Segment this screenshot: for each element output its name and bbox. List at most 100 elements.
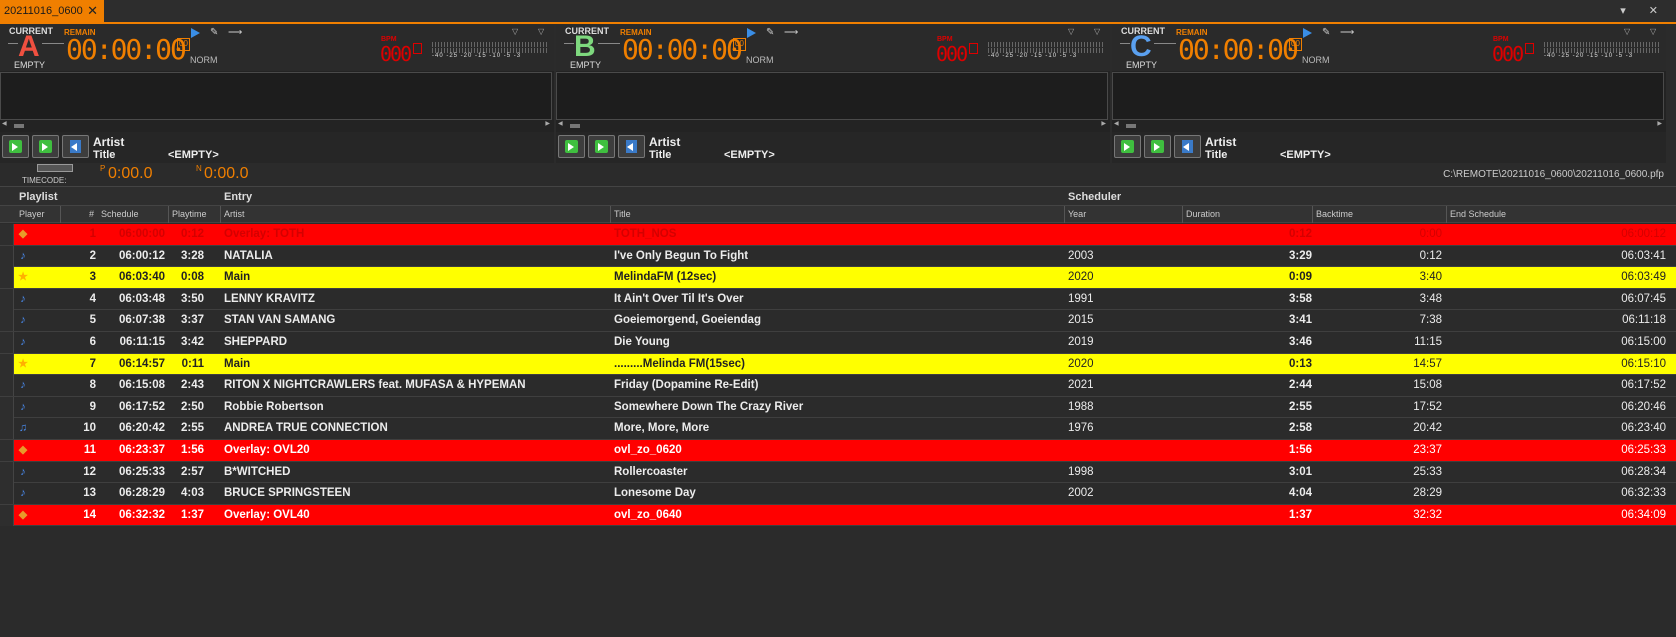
cell-duration: 3:46: [1288, 335, 1312, 348]
cue-button[interactable]: [618, 135, 645, 158]
scroll-left-icon[interactable]: ◀: [558, 120, 563, 127]
cell-artist: Robbie Robertson: [224, 400, 324, 413]
cell-duration: 3:01: [1288, 465, 1312, 478]
row-selector[interactable]: [0, 310, 14, 332]
chevron-down-icon[interactable]: ▽: [512, 27, 518, 36]
chevron-down-icon[interactable]: ▽: [1650, 27, 1656, 36]
row-selector[interactable]: [0, 224, 14, 245]
edit-icon[interactable]: ✎: [766, 27, 774, 38]
timecode-button[interactable]: [37, 164, 73, 172]
cell-schedule: 06:00:12: [118, 249, 165, 262]
scroll-right-icon[interactable]: ▶: [545, 120, 550, 127]
col-num[interactable]: #: [89, 209, 94, 219]
tab-playlist[interactable]: 20211016_0600 ✕: [0, 0, 104, 22]
edit-icon[interactable]: ✎: [210, 27, 218, 38]
play-pause-button[interactable]: [1114, 135, 1141, 158]
play-stop-button[interactable]: [1144, 135, 1171, 158]
chevron-down-icon[interactable]: ▽: [538, 27, 544, 36]
scroll-right-icon[interactable]: ▶: [1657, 120, 1662, 127]
table-row[interactable]: ♪ 5 06:07:38 3:37 STAN VAN SAMANG Goeiem…: [0, 310, 1676, 332]
table-row[interactable]: ★ 7 06:14:57 0:11 Main .........Melinda …: [0, 353, 1676, 376]
cell-year: 2019: [1068, 335, 1094, 348]
row-selector[interactable]: [0, 439, 14, 461]
cell-duration: 3:41: [1288, 314, 1312, 327]
col-backtime[interactable]: Backtime: [1316, 209, 1353, 219]
scroll-thumb[interactable]: [1126, 124, 1136, 128]
play-pause-button[interactable]: [2, 135, 29, 158]
arrow-right-icon[interactable]: ⟶: [784, 27, 798, 38]
waveform-scrollbar[interactable]: ◀ ▶: [0, 120, 552, 130]
close-icon[interactable]: ✕: [87, 3, 98, 19]
row-selector[interactable]: [0, 418, 14, 440]
scroll-thumb[interactable]: [570, 124, 580, 128]
waveform[interactable]: [1112, 72, 1664, 120]
table-row[interactable]: ★ 3 06:03:40 0:08 Main MelindaFM (12sec)…: [0, 267, 1676, 289]
timecode-label: TIMECODE:: [22, 176, 67, 185]
cue-button[interactable]: [1174, 135, 1201, 158]
timecode-n-value: 0:00.0: [204, 165, 249, 182]
play-stop-button[interactable]: [588, 135, 615, 158]
deck-controls: Artist Title <EMPTY>: [556, 132, 1110, 163]
col-end-schedule[interactable]: End Schedule: [1450, 209, 1506, 219]
table-row[interactable]: ◆ 14 06:32:32 1:37 Overlay: OVL40 ovl_zo…: [0, 504, 1676, 527]
bpm-box: [413, 43, 422, 54]
col-year[interactable]: Year: [1068, 209, 1086, 219]
cell-schedule: 06:14:57: [118, 357, 165, 370]
table-row[interactable]: ♪ 13 06:28:29 4:03 BRUCE SPRINGSTEEN Lon…: [0, 483, 1676, 505]
table-row[interactable]: ◆ 1 06:00:00 0:12 Overlay: TOTH TOTH_NOS…: [0, 224, 1676, 246]
table-row[interactable]: ♪ 8 06:15:08 2:43 RITON X NIGHTCRAWLERS …: [0, 375, 1676, 397]
chevron-down-icon[interactable]: ▽: [1068, 27, 1074, 36]
group-playlist: Playlist: [19, 191, 58, 203]
cell-title: It Ain't Over Til It's Over: [614, 292, 744, 305]
row-selector[interactable]: [0, 245, 14, 267]
row-selector[interactable]: [0, 461, 14, 483]
window-menu-icon[interactable]: ▾ ✕: [1620, 4, 1668, 17]
arrow-right-icon[interactable]: ⟶: [228, 27, 242, 38]
cell-duration: 1:37: [1288, 508, 1312, 521]
cell-num: 3: [89, 271, 96, 284]
table-row[interactable]: ♪ 12 06:25:33 2:57 B*WITCHED Rollercoast…: [0, 461, 1676, 484]
table-row[interactable]: ♪ 6 06:11:15 3:42 SHEPPARD Die Young 201…: [0, 331, 1676, 354]
col-player[interactable]: Player: [19, 209, 45, 219]
chevron-down-icon[interactable]: ▽: [1624, 27, 1630, 36]
waveform[interactable]: [556, 72, 1108, 120]
scroll-left-icon[interactable]: ◀: [2, 120, 7, 127]
waveform-scrollbar[interactable]: ◀ ▶: [556, 120, 1108, 130]
cell-num: 6: [89, 335, 96, 348]
table-row[interactable]: ♫ 10 06:20:42 2:55 ANDREA TRUE CONNECTIO…: [0, 418, 1676, 440]
chevron-down-icon[interactable]: ▽: [1094, 27, 1100, 36]
row-selector[interactable]: [0, 375, 14, 397]
cell-playtime: 1:56: [180, 443, 204, 456]
waveform[interactable]: [0, 72, 552, 120]
row-selector[interactable]: [0, 504, 14, 526]
col-artist[interactable]: Artist: [224, 209, 245, 219]
scroll-left-icon[interactable]: ◀: [1114, 120, 1119, 127]
play-pause-button[interactable]: [558, 135, 585, 158]
col-title[interactable]: Title: [614, 209, 631, 219]
row-selector[interactable]: [0, 353, 14, 375]
scroll-right-icon[interactable]: ▶: [1101, 120, 1106, 127]
row-selector[interactable]: [0, 396, 14, 418]
row-selector[interactable]: [0, 267, 14, 289]
vu-meter: -40 -25 -20 -15 -10 -5 -3: [1544, 42, 1660, 70]
col-playtime[interactable]: Playtime: [172, 209, 207, 219]
play-stop-button[interactable]: [32, 135, 59, 158]
table-row[interactable]: ♪ 2 06:00:12 3:28 NATALIA I've Only Begu…: [0, 245, 1676, 268]
cue-button[interactable]: [62, 135, 89, 158]
cell-title: More, More, More: [614, 422, 710, 435]
arrow-right-icon[interactable]: ⟶: [1340, 27, 1354, 38]
waveform-scrollbar[interactable]: ◀ ▶: [1112, 120, 1664, 130]
col-schedule[interactable]: Schedule: [101, 209, 139, 219]
table-row[interactable]: ♪ 4 06:03:48 3:50 LENNY KRAVITZ It Ain't…: [0, 288, 1676, 311]
cell-title: ovl_zo_0640: [614, 508, 682, 521]
row-selector[interactable]: [0, 331, 14, 353]
row-selector[interactable]: [0, 288, 14, 310]
scroll-thumb[interactable]: [14, 124, 24, 128]
edit-icon[interactable]: ✎: [1322, 27, 1330, 38]
cell-schedule: 06:15:08: [118, 379, 165, 392]
table-row[interactable]: ♪ 9 06:17:52 2:50 Robbie Robertson Somew…: [0, 396, 1676, 419]
row-selector[interactable]: [0, 483, 14, 505]
table-row[interactable]: ◆ 11 06:23:37 1:56 Overlay: OVL20 ovl_zo…: [0, 439, 1676, 462]
bpm-box: [969, 43, 978, 54]
col-duration[interactable]: Duration: [1186, 209, 1220, 219]
